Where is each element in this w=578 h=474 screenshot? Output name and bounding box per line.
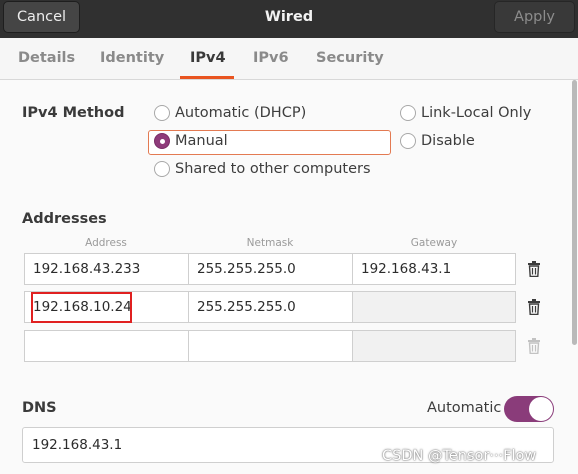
delete-address-button-disabled — [520, 330, 548, 362]
gateway-field[interactable] — [352, 330, 516, 362]
radio-shared[interactable]: Shared to other computers — [154, 161, 371, 177]
netmask-field[interactable] — [188, 330, 353, 362]
radio-circle-icon — [154, 161, 170, 177]
column-header-gateway: Gateway — [410, 237, 458, 249]
radio-label: Shared to other computers — [175, 161, 371, 177]
tab-security[interactable]: Security — [316, 50, 384, 66]
tab-bar: Details Identity IPv4 IPv6 Security — [0, 38, 578, 80]
toggle-knob — [529, 397, 553, 421]
address-field[interactable] — [24, 330, 189, 362]
radio-circle-icon — [400, 105, 416, 121]
header-bar: Cancel Wired Apply — [0, 0, 578, 38]
column-header-address: Address — [85, 237, 127, 249]
radio-disable[interactable]: Disable — [400, 133, 475, 149]
radio-label: Manual — [175, 133, 228, 149]
dns-automatic-toggle[interactable] — [504, 396, 554, 422]
window-title: Wired — [264, 9, 314, 25]
netmask-field[interactable]: 255.255.255.0 — [188, 291, 353, 323]
radio-checked-icon — [154, 133, 170, 149]
tab-ipv6[interactable]: IPv6 — [253, 50, 289, 66]
radio-circle-icon — [154, 105, 170, 121]
delete-address-button[interactable] — [520, 291, 548, 323]
radio-link-local-only[interactable]: Link-Local Only — [400, 105, 531, 121]
trash-icon — [528, 338, 540, 354]
netmask-field[interactable]: 255.255.255.0 — [188, 253, 353, 285]
gateway-field[interactable] — [352, 291, 516, 323]
addresses-label: Addresses — [22, 211, 107, 227]
radio-circle-icon — [400, 133, 416, 149]
dns-automatic-label: Automatic — [427, 400, 502, 416]
trash-icon — [528, 299, 540, 315]
active-tab-indicator — [180, 76, 234, 79]
tab-identity[interactable]: Identity — [100, 50, 164, 66]
highlight-annotation-box — [31, 292, 132, 323]
delete-address-button[interactable] — [520, 253, 548, 285]
radio-label: Disable — [421, 133, 475, 149]
tab-details[interactable]: Details — [18, 50, 75, 66]
dns-label: DNS — [22, 400, 57, 416]
radio-automatic-dhcp[interactable]: Automatic (DHCP) — [154, 105, 306, 121]
apply-button[interactable]: Apply — [494, 1, 575, 33]
radio-label: Link-Local Only — [421, 105, 532, 121]
address-field[interactable]: 192.168.43.233 — [24, 253, 189, 285]
scrollbar[interactable] — [572, 80, 577, 345]
radio-label: Automatic (DHCP) — [175, 105, 307, 121]
column-header-netmask: Netmask — [246, 237, 294, 249]
trash-icon — [528, 261, 540, 277]
ipv4-method-label: IPv4 Method — [22, 105, 125, 121]
radio-manual[interactable]: Manual — [154, 133, 228, 149]
tab-ipv4[interactable]: IPv4 — [190, 50, 226, 66]
gateway-field[interactable]: 192.168.43.1 — [352, 253, 516, 285]
watermark-text: CSDN @Tensor···Flow — [382, 448, 537, 464]
